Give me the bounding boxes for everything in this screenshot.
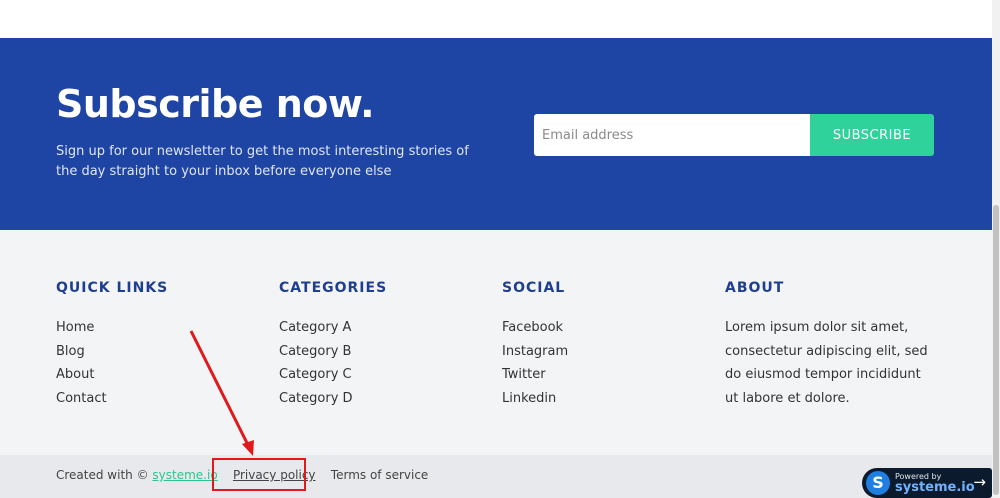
systeme-logo-icon: S bbox=[866, 471, 890, 495]
annotation-arrow-icon bbox=[189, 330, 254, 456]
arrow-right-icon: → bbox=[973, 473, 986, 491]
powered-by-badge[interactable]: S Powered by systeme.io → bbox=[862, 468, 992, 498]
powered-by-brand: systeme.io bbox=[895, 480, 975, 495]
page: Subscribe now. Sign up for our newslette… bbox=[0, 0, 1000, 498]
scrollbar-thumb[interactable] bbox=[993, 205, 999, 495]
scrollbar[interactable] bbox=[992, 0, 1000, 498]
